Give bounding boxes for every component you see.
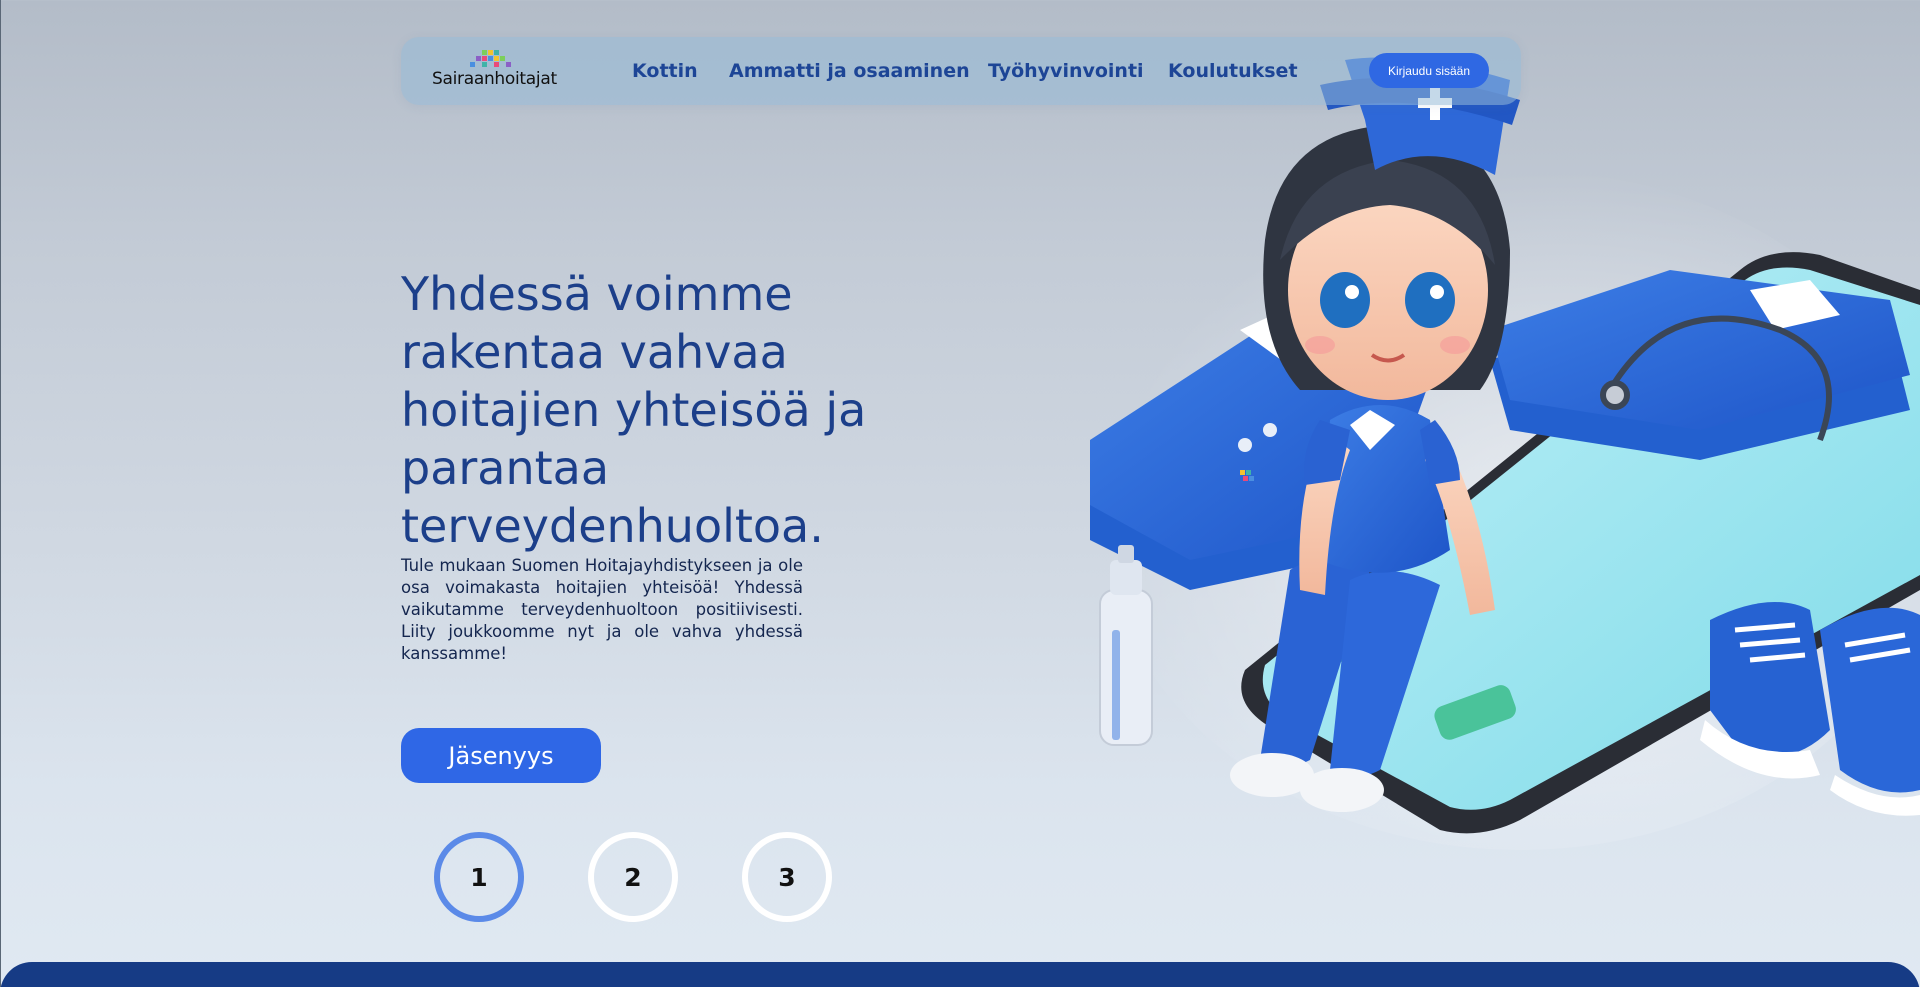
brand-name: Sairaanhoitajat [432, 69, 557, 89]
login-button[interactable]: Kirjaudu sisään [1369, 53, 1489, 88]
nav-item-kottin[interactable]: Kottin [632, 60, 698, 82]
carousel-page-3-button[interactable]: 3 [742, 832, 832, 922]
carousel-page-2-button[interactable]: 2 [588, 832, 678, 922]
nav-item-ammatti-ja-osaaminen[interactable]: Ammatti ja osaaminen [729, 60, 970, 82]
nurse-illustration-image [1090, 57, 1920, 850]
carousel-page-1-button[interactable]: 1 [434, 832, 524, 922]
membership-button[interactable]: Jäsenyys [401, 728, 601, 783]
brand-logo[interactable]: Sairaanhoitajat [432, 50, 560, 92]
nav-item-koulutukset[interactable]: Koulutukset [1168, 60, 1298, 82]
footer-section-top [0, 962, 1920, 987]
hero-description: Tule mukaan Suomen Hoitajayhdistykseen j… [401, 556, 803, 663]
nav-item-tyohyvinvointi[interactable]: Työhyvinvointi [988, 60, 1144, 82]
logo-mosaic-icon [470, 50, 511, 67]
hero-title: Yhdessä voimme rakentaa vahvaa hoitajien… [401, 267, 867, 553]
